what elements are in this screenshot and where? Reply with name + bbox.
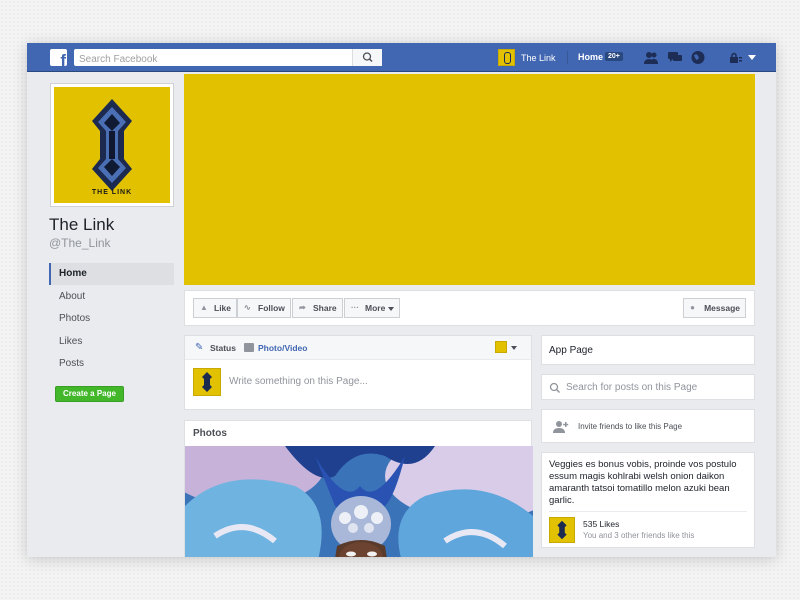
photos-title[interactable]: Photos — [193, 428, 227, 439]
invite-card[interactable]: Invite friends to like this Page — [541, 409, 755, 443]
message-button[interactable]: ● Message — [683, 298, 746, 318]
notification-badge: 20+ — [605, 52, 623, 61]
tab-status[interactable]: Status — [210, 343, 236, 353]
like-label: Like — [214, 303, 232, 313]
tab-photo-video[interactable]: Photo/Video — [258, 343, 307, 353]
composer-tabs: ✎ Status Photo/Video — [185, 336, 531, 360]
nav-item-home[interactable]: Home — [49, 263, 174, 285]
search-box — [74, 49, 382, 68]
more-button[interactable]: ··· More — [344, 298, 401, 318]
profile-picture[interactable]: THE LINK — [50, 83, 174, 207]
likes-avatar — [549, 517, 575, 543]
app-page-label: App Page — [549, 345, 593, 356]
ellipsis-icon: ··· — [351, 303, 359, 312]
follow-button[interactable]: ∿ Follow — [237, 298, 291, 318]
messages-icon[interactable] — [667, 50, 683, 65]
create-page-button[interactable]: Create a Page — [55, 386, 124, 402]
composer-avatar — [193, 368, 221, 396]
top-bar: f The Link Home 20+ — [27, 43, 776, 72]
search-icon — [362, 52, 373, 63]
about-description: Veggies es bonus vobis, proinde vos post… — [549, 459, 737, 506]
logo-caption: THE LINK — [91, 189, 133, 196]
divider — [567, 51, 568, 64]
page-title[interactable]: The Link — [49, 215, 114, 235]
privacy-icon[interactable] — [727, 50, 743, 65]
cover-photo[interactable] — [184, 74, 755, 285]
home-link[interactable]: Home — [578, 52, 603, 62]
pencil-icon: ✎ — [195, 342, 204, 353]
page-handle[interactable]: @The_Link — [49, 236, 111, 250]
share-button[interactable]: ➦ Share — [292, 298, 343, 318]
page-avatar-icon — [498, 49, 515, 66]
message-label: Message — [704, 303, 740, 313]
search-icon — [549, 382, 560, 393]
chevron-down-icon[interactable] — [511, 346, 517, 350]
invite-label: Invite friends to like this Page — [578, 422, 683, 431]
nav-item-about[interactable]: About — [49, 286, 174, 308]
left-nav: Home About Photos Likes Posts — [49, 263, 174, 376]
friends-icon[interactable] — [643, 50, 659, 65]
facebook-page-window: f The Link Home 20+ — [27, 43, 776, 557]
share-label: Share — [313, 303, 337, 313]
nav-item-photos[interactable]: Photos — [49, 308, 174, 330]
rss-icon: ∿ — [244, 303, 251, 312]
carnival-photo[interactable] — [185, 446, 533, 557]
follow-label: Follow — [258, 303, 285, 313]
camera-icon — [244, 343, 254, 352]
profile-logo: THE LINK — [54, 87, 170, 203]
like-button[interactable]: ▲ Like — [193, 298, 238, 318]
globe-icon[interactable] — [690, 50, 706, 65]
chevron-down-icon — [388, 307, 395, 311]
search-posts-card — [541, 374, 755, 400]
post-as-avatar[interactable] — [495, 341, 507, 353]
more-label: More — [365, 303, 386, 313]
likes-friends-text: You and 3 other friends like this — [583, 531, 695, 540]
photos-card: Photos — [184, 420, 533, 557]
thumbs-up-icon: ▲ — [200, 303, 208, 312]
link-logo-icon — [92, 99, 132, 191]
facebook-logo[interactable]: f — [50, 49, 67, 66]
likes-count[interactable]: 535 Likes — [583, 519, 619, 529]
page-action-bar: ▲ Like ∿ Follow ➦ Share ··· More ● Messa… — [184, 290, 755, 326]
composer-input[interactable]: Write something on this Page... — [229, 376, 368, 387]
post-composer: ✎ Status Photo/Video Write something on … — [184, 335, 532, 410]
about-card: Veggies es bonus vobis, proinde vos post… — [541, 452, 755, 548]
share-arrow-icon: ➦ — [299, 303, 306, 312]
nav-item-posts[interactable]: Posts — [49, 353, 174, 375]
message-bubble-icon: ● — [690, 303, 695, 312]
divider — [549, 511, 747, 512]
chevron-down-icon[interactable] — [748, 55, 756, 60]
search-button[interactable] — [352, 49, 382, 66]
top-page-link[interactable]: The Link — [498, 48, 556, 67]
top-page-name: The Link — [521, 52, 556, 63]
nav-item-likes[interactable]: Likes — [49, 331, 174, 353]
search-input[interactable] — [74, 51, 344, 68]
app-page-card[interactable]: App Page — [541, 335, 755, 365]
add-friend-icon — [553, 421, 569, 433]
search-posts-input[interactable] — [566, 380, 746, 395]
